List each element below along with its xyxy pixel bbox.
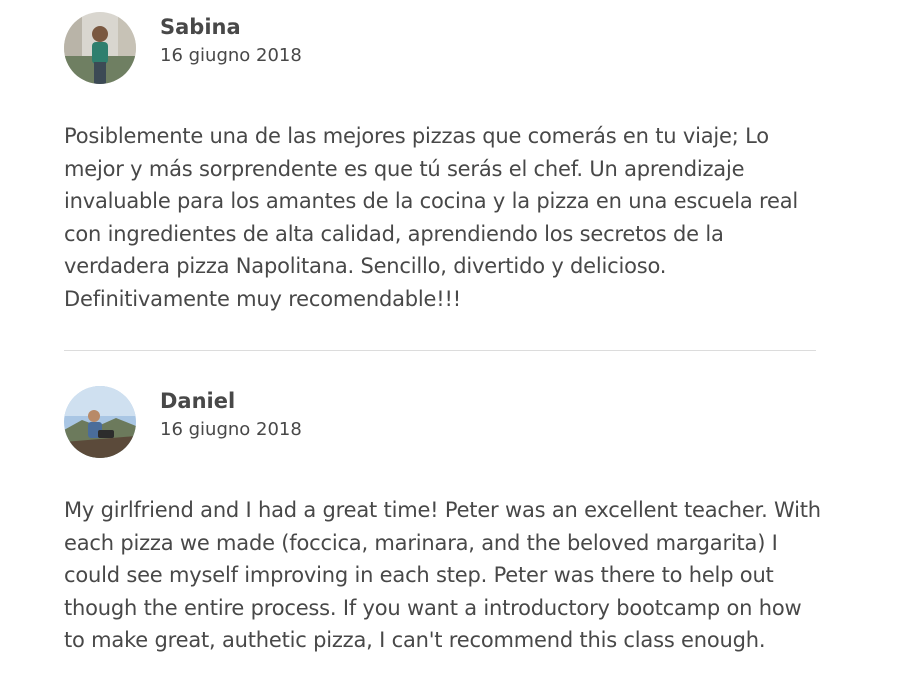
- reviewer-meta: Sabina 16 giugno 2018: [160, 13, 302, 69]
- review-item: Daniel 16 giugno 2018 My girlfriend and …: [64, 386, 824, 657]
- person-photo-avatar-icon: [64, 386, 136, 458]
- reviewer-header: Daniel 16 giugno 2018: [64, 386, 824, 458]
- reviewer-header: Sabina 16 giugno 2018: [64, 12, 824, 84]
- avatar[interactable]: [64, 12, 136, 84]
- reviewer-meta: Daniel 16 giugno 2018: [160, 387, 302, 443]
- reviewer-name[interactable]: Daniel: [160, 387, 302, 415]
- review-item: Sabina 16 giugno 2018 Posiblemente una d…: [64, 12, 824, 315]
- review-date: 16 giugno 2018: [160, 45, 302, 66]
- divider: [64, 350, 816, 351]
- review-date: 16 giugno 2018: [160, 419, 302, 440]
- review-text: My girlfriend and I had a great time! Pe…: [64, 498, 821, 652]
- person-photo-avatar-icon: [64, 12, 136, 84]
- review-text: Posiblemente una de las mejores pizzas q…: [64, 124, 799, 311]
- reviewer-name[interactable]: Sabina: [160, 13, 302, 41]
- avatar[interactable]: [64, 386, 136, 458]
